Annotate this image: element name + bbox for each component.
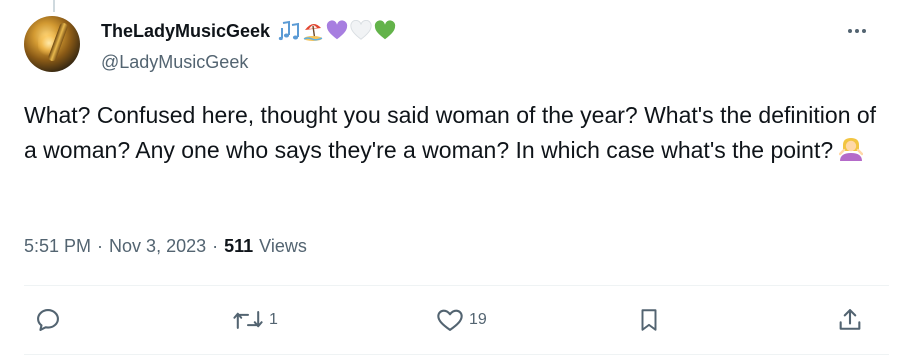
views-label[interactable]: Views — [259, 236, 307, 257]
share-icon — [839, 309, 861, 330]
author-name-row: TheLadyMusicGeek — [101, 18, 396, 44]
white-heart-icon — [350, 20, 372, 42]
tweet-meta: 5:51 PM · Nov 3, 2023 · 511 Views — [24, 233, 307, 259]
divider-bottom — [24, 354, 889, 355]
name-emoji-row — [278, 20, 396, 42]
heart-icon — [437, 309, 463, 331]
meta-separator: · — [212, 235, 219, 256]
divider-top — [24, 285, 889, 286]
meta-separator: · — [97, 235, 104, 256]
beach-umbrella-icon — [302, 20, 324, 42]
repost-icon — [233, 311, 263, 329]
reply-button[interactable] — [34, 298, 62, 342]
share-button[interactable] — [836, 298, 864, 342]
purple-heart-icon — [326, 20, 348, 42]
author-display-name[interactable]: TheLadyMusicGeek — [101, 21, 270, 42]
repost-count: 1 — [269, 311, 278, 328]
more-options-button[interactable] — [846, 20, 868, 42]
bookmark-icon — [641, 309, 657, 331]
views-count[interactable]: 511 — [224, 236, 253, 257]
repost-button[interactable]: 1 — [231, 298, 278, 342]
like-count: 19 — [469, 311, 487, 328]
action-bar: 1 19 — [0, 298, 913, 342]
tweet-date[interactable]: Nov 3, 2023 — [109, 236, 206, 257]
green-heart-icon — [374, 20, 396, 42]
tweet-time[interactable]: 5:51 PM — [24, 236, 91, 257]
person-shrugging-icon — [838, 137, 864, 163]
author-handle[interactable]: @LadyMusicGeek — [101, 52, 248, 73]
thread-connector-line — [53, 0, 55, 12]
reply-icon — [37, 309, 59, 331]
tweet-body: What? Confused here, thought you said wo… — [24, 102, 877, 163]
tweet-text: What? Confused here, thought you said wo… — [24, 98, 884, 167]
musical-notes-icon — [278, 20, 300, 42]
more-dots-icon — [848, 29, 866, 33]
like-button[interactable]: 19 — [435, 298, 487, 342]
avatar[interactable] — [24, 16, 80, 72]
bookmark-button[interactable] — [636, 298, 662, 342]
